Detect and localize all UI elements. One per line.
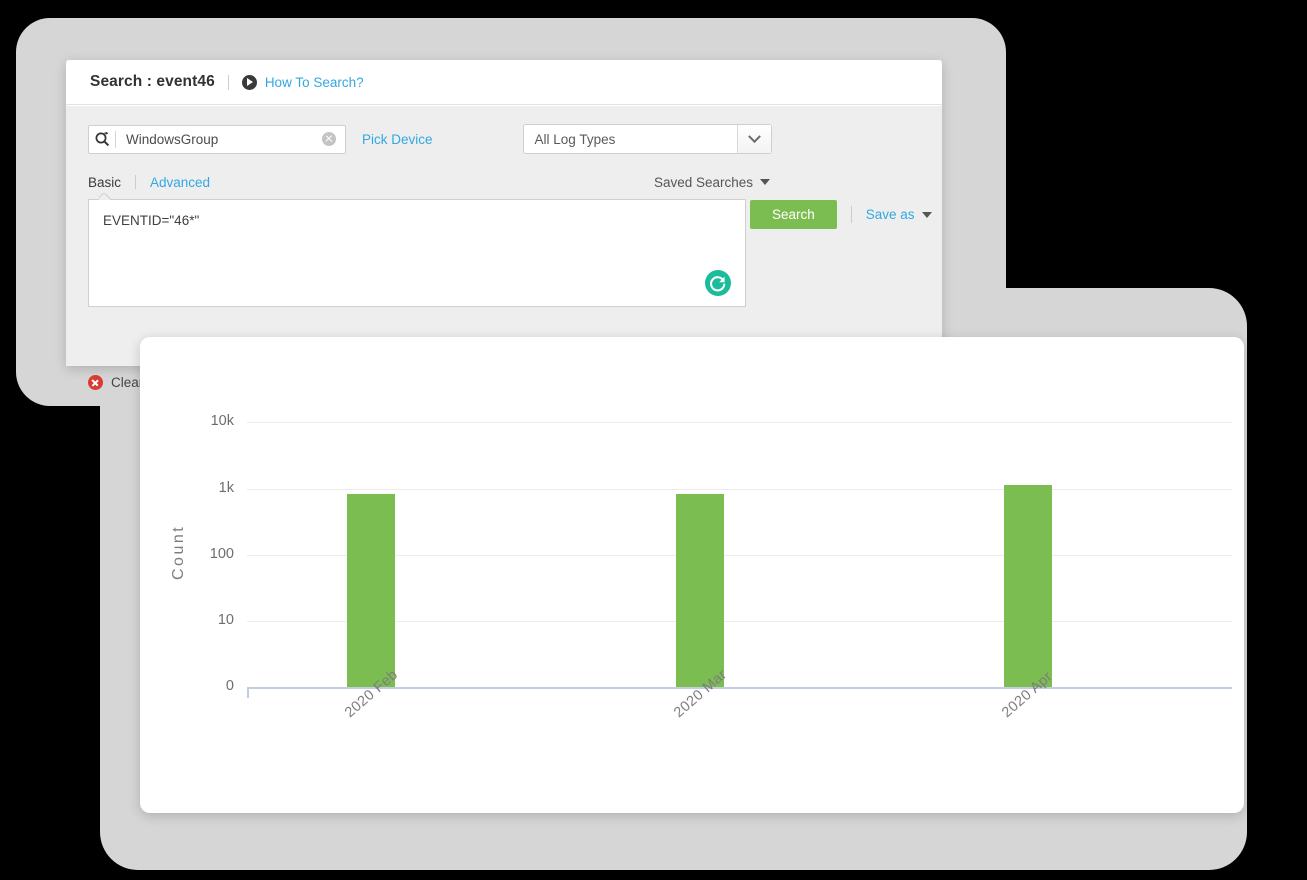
search-mode-tabs: Basic Advanced [88, 175, 210, 190]
search-card-header: Search : event46 How To Search? [66, 60, 942, 105]
active-tab-notch [99, 193, 111, 200]
search-magnifier-plus-icon [89, 126, 115, 153]
y-axis-tick-label: 0 [225, 678, 234, 694]
log-types-select[interactable]: All Log Types [522, 124, 772, 154]
search-actions: Search Save as [750, 200, 932, 229]
saved-searches-dropdown[interactable]: Saved Searches [654, 175, 770, 190]
x-axis-line [247, 687, 1232, 689]
device-search-field[interactable] [88, 124, 346, 154]
search-filters-row: Pick Device All Log Types [88, 124, 920, 154]
tab-divider [135, 175, 137, 189]
chart-card: Count 0 10 100 1k 10k 2020 Feb 2020 Mar 2020 Apr [140, 337, 1244, 813]
y-axis-tick-label: 10 [217, 612, 234, 628]
caret-down-icon [921, 211, 932, 218]
y-axis-tick-label: 10k [210, 413, 234, 429]
page-title: Search : event46 [90, 73, 215, 90]
search-tabs-row: Basic Advanced Saved Searches [88, 172, 920, 192]
log-types-dropdown-button[interactable] [736, 125, 771, 153]
pick-device-link[interactable]: Pick Device [362, 132, 433, 147]
action-divider [850, 206, 852, 223]
chevron-down-icon [747, 129, 761, 143]
play-circle-icon[interactable] [241, 74, 257, 90]
bar[interactable] [1003, 484, 1052, 687]
tab-advanced[interactable]: Advanced [150, 175, 210, 190]
x-axis-start-tick [247, 687, 249, 698]
y-axis-tick-label: 1k [218, 480, 234, 496]
gridline [247, 489, 1232, 490]
bar-chart: Count 0 10 100 1k 10k 2020 Feb 2020 Mar 2020 Apr [140, 337, 1244, 813]
y-axis-tick-label: 100 [209, 546, 234, 562]
clear-circle-icon[interactable] [322, 132, 336, 146]
bar[interactable] [347, 494, 396, 687]
save-as-label: Save as [865, 207, 915, 222]
tab-basic[interactable]: Basic [88, 175, 121, 190]
bar[interactable] [675, 494, 724, 687]
caret-down-icon [760, 179, 770, 185]
log-types-selected-value: All Log Types [534, 131, 616, 147]
header-divider [227, 74, 229, 90]
refresh-circle-icon[interactable] [704, 269, 732, 297]
device-search-input[interactable] [116, 125, 322, 153]
error-circle-x-icon [88, 375, 103, 390]
search-button[interactable]: Search [750, 200, 837, 229]
search-body: Pick Device All Log Types Basic Advanced… [66, 106, 942, 390]
gridline [247, 422, 1232, 423]
screenshot-root: Search : event46 How To Search? WindowsG… [0, 0, 1307, 880]
saved-searches-label: Saved Searches [653, 174, 753, 190]
how-to-search-link[interactable]: How To Search? [265, 75, 364, 90]
search-query-input[interactable] [88, 199, 746, 307]
search-card: Search : event46 How To Search? WindowsG… [66, 60, 942, 390]
save-as-dropdown[interactable]: Save as [866, 207, 932, 222]
